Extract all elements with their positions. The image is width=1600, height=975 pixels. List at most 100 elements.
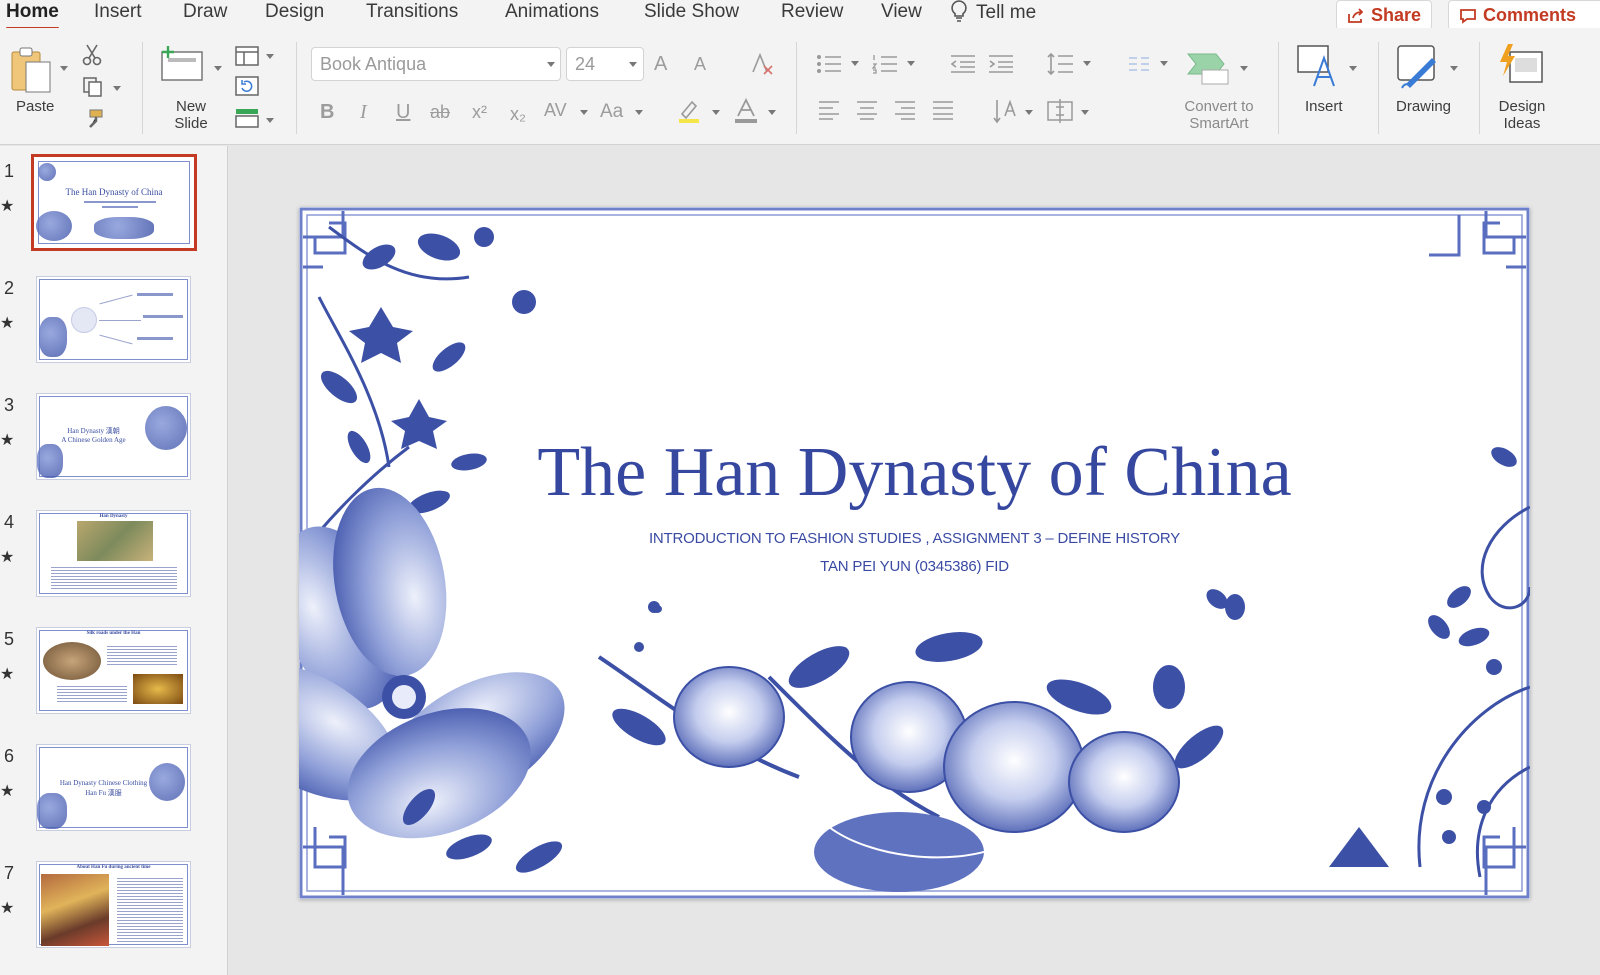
format-painter-button[interactable] [82,108,104,135]
underline-button[interactable]: U [396,100,410,124]
section-button[interactable] [235,108,259,133]
tab-design[interactable]: Design [265,0,324,24]
font-name-combo[interactable]: Book Antiqua [311,47,561,81]
slide-thumbnail-6[interactable]: Han Dynasty Chinese Clothing Han Fu 漢服 [36,744,191,831]
share-button[interactable]: Share [1336,0,1432,30]
section-caret-icon[interactable] [266,118,274,123]
line-spacing-button[interactable] [1046,52,1074,81]
subscript-button[interactable]: x₂ [510,102,526,126]
align-left-button[interactable] [818,100,840,125]
columns-button[interactable] [1128,56,1150,77]
shrink-font-button[interactable]: A [694,52,706,76]
align-right-button[interactable] [894,100,916,125]
slide-canvas[interactable]: The Han Dynasty of China INTRODUCTION TO… [299,207,1530,899]
smartart-caret-icon[interactable] [1240,66,1248,71]
clear-format-button[interactable] [750,52,774,81]
italic-button[interactable]: I [360,100,367,124]
paste-button[interactable] [10,46,54,101]
slide-thumbnail-7[interactable]: About Han Fu during ancient time [36,861,191,948]
copy-button[interactable] [82,76,104,103]
peony-decoration [94,217,154,239]
layout-caret-icon[interactable] [266,54,274,59]
columns-icon [1129,57,1149,71]
tab-insert[interactable]: Insert [94,0,142,24]
smartart-icon [1186,53,1229,85]
bullets-caret-icon[interactable] [851,61,859,66]
new-slide-label: New Slide [174,98,208,132]
align-text-caret-icon[interactable] [1081,110,1089,115]
align-text-button[interactable] [1046,98,1074,129]
align-center-button[interactable] [856,100,878,125]
paste-caret-icon[interactable] [60,66,68,71]
font-name-value: Book Antiqua [320,54,427,74]
tab-draw[interactable]: Draw [183,0,227,24]
thumbnail-subtitle-line [84,201,156,203]
new-slide-button[interactable] [158,44,206,89]
numbering-button[interactable] [871,54,898,79]
paste-label: Paste [16,98,55,115]
new-slide-caret-icon[interactable] [214,66,222,71]
text-direction-icon [993,99,1016,124]
cut-button[interactable] [82,44,102,71]
slide-subtitle-line-1[interactable]: INTRODUCTION TO FASHION STUDIES , ASSIGN… [299,530,1530,547]
design-ideas-button[interactable] [1496,42,1544,91]
animation-star-icon: ★ [0,783,15,800]
diagram-text-line [143,315,183,318]
tab-view[interactable]: View [881,0,922,24]
drawing-button[interactable] [1396,44,1442,95]
thumbnail-subtitle: A Chinese Golden Age [61,436,126,444]
spacing-caret-icon[interactable] [580,110,588,115]
font-size-caret-icon [629,62,637,67]
font-size-combo[interactable]: 24 [566,47,644,81]
layout-button[interactable] [235,46,259,71]
change-case-button[interactable]: Aa [600,100,623,124]
drawing-caret-icon[interactable] [1450,66,1458,71]
highlight-caret-icon[interactable] [712,110,720,115]
insert-button[interactable] [1296,44,1340,93]
slide-thumbnail-4[interactable]: Han Dynasty [36,510,191,597]
columns-caret-icon[interactable] [1160,61,1168,66]
slide-number: 5 [4,629,15,649]
grow-font-button[interactable]: A [654,52,667,76]
increase-indent-button[interactable] [988,54,1014,79]
drawing-label: Drawing [1396,98,1452,115]
tab-review[interactable]: Review [781,0,843,24]
convert-smartart-button[interactable] [1184,50,1232,91]
justify-button[interactable] [932,100,954,125]
insert-label: Insert [1305,98,1343,115]
tell-me-search[interactable]: Tell me [950,0,1036,25]
slide-thumbnail-3[interactable]: Han Dynasty 漢朝 A Chinese Golden Age [36,393,191,480]
decrease-indent-button[interactable] [950,54,976,79]
case-caret-icon[interactable] [635,110,643,115]
character-spacing-button[interactable]: AV [544,98,567,122]
bullets-button[interactable] [816,54,842,79]
ribbon: Paste New Slide Book Antiqua 24 A A B I … [0,28,1600,145]
numbering-caret-icon[interactable] [907,61,915,66]
highlight-button[interactable] [676,98,702,129]
peony-decoration [145,406,187,450]
font-color-button[interactable] [734,97,758,129]
design-ideas-label: Design Ideas [1498,98,1546,132]
slide-thumbnail-1[interactable]: The Han Dynasty of China [31,154,197,251]
animation-star-icon: ★ [0,198,15,215]
tab-slide-show[interactable]: Slide Show [644,0,739,24]
superscript-button[interactable]: x² [472,100,487,124]
slide-number: 3 [4,395,15,415]
tab-transitions[interactable]: Transitions [366,0,458,24]
line-spacing-caret-icon[interactable] [1083,61,1091,66]
slide-thumbnail-2[interactable] [36,276,191,363]
text-direction-caret-icon[interactable] [1025,110,1033,115]
font-color-caret-icon[interactable] [768,110,776,115]
strikethrough-button[interactable]: ab [430,100,450,124]
insert-caret-icon[interactable] [1349,66,1357,71]
slide-title[interactable]: The Han Dynasty of China [299,433,1530,513]
comments-button[interactable]: Comments [1448,0,1600,30]
copy-caret-icon[interactable] [113,86,121,91]
text-direction-button[interactable] [992,98,1016,129]
tab-home[interactable]: Home [6,0,59,30]
slide-subtitle-line-2[interactable]: TAN PEI YUN (0345386) FID [299,558,1530,575]
reset-slide-button[interactable] [235,76,259,101]
slide-thumbnail-5[interactable]: Silk roads under the Han [36,627,191,714]
tab-animations[interactable]: Animations [505,0,599,24]
bold-button[interactable]: B [320,100,334,124]
